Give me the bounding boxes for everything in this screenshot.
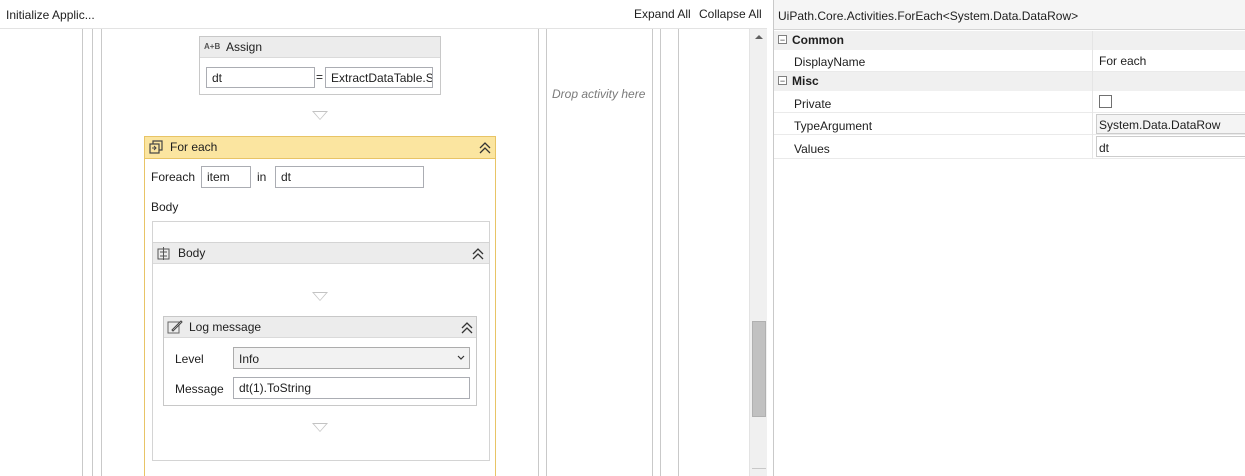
collapse-icon[interactable] <box>461 322 473 334</box>
equals-sign: = <box>316 70 324 84</box>
scroll-up-icon[interactable] <box>754 33 764 41</box>
level-value: Info <box>239 352 260 366</box>
assign-icon: A+B <box>204 42 221 51</box>
collapse-icon[interactable] <box>479 142 491 154</box>
body-container[interactable]: Body Log message Level Info Message dt(1… <box>152 221 490 461</box>
foreach-activity[interactable]: For each Foreach item in dt Body Body Lo… <box>144 136 496 476</box>
assign-activity[interactable]: A+B Assign dt = ExtractDataTable.S <box>199 36 441 95</box>
in-label: in <box>257 170 267 184</box>
properties-panel: UiPath.Core.Activities.ForEach<System.Da… <box>773 0 1245 476</box>
sequence-icon <box>157 247 170 260</box>
sequence-border <box>546 29 547 476</box>
body-label: Body <box>151 200 179 214</box>
workflow-designer[interactable]: Initialize Applic... Expand All Collapse… <box>0 0 767 476</box>
foreach-header[interactable]: For each <box>145 137 495 159</box>
typeargument-value: System.Data.DataRow <box>1099 118 1221 132</box>
displayname-value[interactable]: For each <box>1099 54 1146 68</box>
chevron-down-icon <box>457 355 465 360</box>
category-common[interactable]: − Common <box>774 31 1245 50</box>
properties-title-bar: UiPath.Core.Activities.ForEach<System.Da… <box>774 0 1245 30</box>
collapse-icon[interactable] <box>472 248 484 260</box>
sequence-border <box>538 29 539 476</box>
property-row-displayname[interactable]: DisplayName For each <box>774 50 1245 72</box>
assign-header[interactable]: A+B Assign <box>200 37 440 58</box>
vertical-scrollbar[interactable] <box>749 29 767 476</box>
drop-target-arrow[interactable] <box>312 111 328 120</box>
assign-value-field[interactable]: ExtractDataTable.S <box>325 67 433 88</box>
foreach-icon <box>149 140 163 154</box>
private-checkbox[interactable] <box>1099 95 1112 108</box>
collapse-all-button[interactable]: Collapse All <box>699 7 762 21</box>
breadcrumb[interactable]: Initialize Applic... <box>6 8 95 22</box>
scrollbar-thumb[interactable] <box>752 321 766 417</box>
sequence-border <box>652 29 653 476</box>
drop-target-arrow[interactable] <box>312 292 328 301</box>
body-sequence[interactable]: Body Log message Level Info Message dt(1… <box>153 242 489 456</box>
category-label: Misc <box>792 74 819 88</box>
property-name: Values <box>794 142 830 156</box>
property-row-private[interactable]: Private <box>774 91 1245 113</box>
level-dropdown[interactable]: Info <box>233 347 470 369</box>
sequence-border <box>92 29 93 476</box>
foreach-title: For each <box>170 140 218 154</box>
collapse-category-icon[interactable]: − <box>778 76 787 86</box>
log-message-header[interactable]: Log message <box>164 317 476 338</box>
log-message-title: Log message <box>189 320 262 334</box>
scroll-down-button[interactable] <box>752 468 766 476</box>
assign-to-field[interactable]: dt <box>206 67 315 88</box>
log-message-icon <box>167 320 183 334</box>
properties-type-name: UiPath.Core.Activities.ForEach<System.Da… <box>778 9 1079 23</box>
values-input[interactable] <box>1096 136 1245 157</box>
column-divider[interactable] <box>1092 31 1093 159</box>
category-misc[interactable]: − Misc <box>774 72 1245 91</box>
property-row-typeargument[interactable]: TypeArgument System.Data.DataRow <box>774 113 1245 135</box>
message-field[interactable]: dt(1).ToString <box>233 377 470 399</box>
category-label: Common <box>792 33 844 47</box>
assign-title: Assign <box>226 40 263 54</box>
values-field[interactable]: dt <box>275 166 424 188</box>
sequence-border <box>660 29 661 476</box>
designer-header: Initialize Applic... Expand All Collapse… <box>0 0 767 29</box>
property-row-values[interactable]: Values dt <box>774 135 1245 159</box>
collapse-category-icon[interactable]: − <box>778 35 787 45</box>
foreach-label: Foreach <box>151 170 196 184</box>
body-sequence-header[interactable]: Body <box>153 243 489 264</box>
drop-target-arrow[interactable] <box>312 423 328 432</box>
property-name: TypeArgument <box>794 119 873 133</box>
expand-all-button[interactable]: Expand All <box>634 7 691 21</box>
sequence-border <box>82 29 83 476</box>
body-sequence-title: Body <box>178 246 206 260</box>
sequence-border <box>101 29 102 476</box>
message-label: Message <box>175 382 224 396</box>
property-name: Private <box>794 97 832 111</box>
item-field[interactable]: item <box>201 166 251 188</box>
sequence-border <box>678 29 679 476</box>
drop-activity-hint[interactable]: Drop activity here <box>552 87 645 101</box>
level-label: Level <box>175 352 204 366</box>
log-message-activity[interactable]: Log message Level Info Message dt(1).ToS… <box>163 316 477 406</box>
property-name: DisplayName <box>794 55 866 69</box>
values-value: dt <box>1099 141 1110 155</box>
